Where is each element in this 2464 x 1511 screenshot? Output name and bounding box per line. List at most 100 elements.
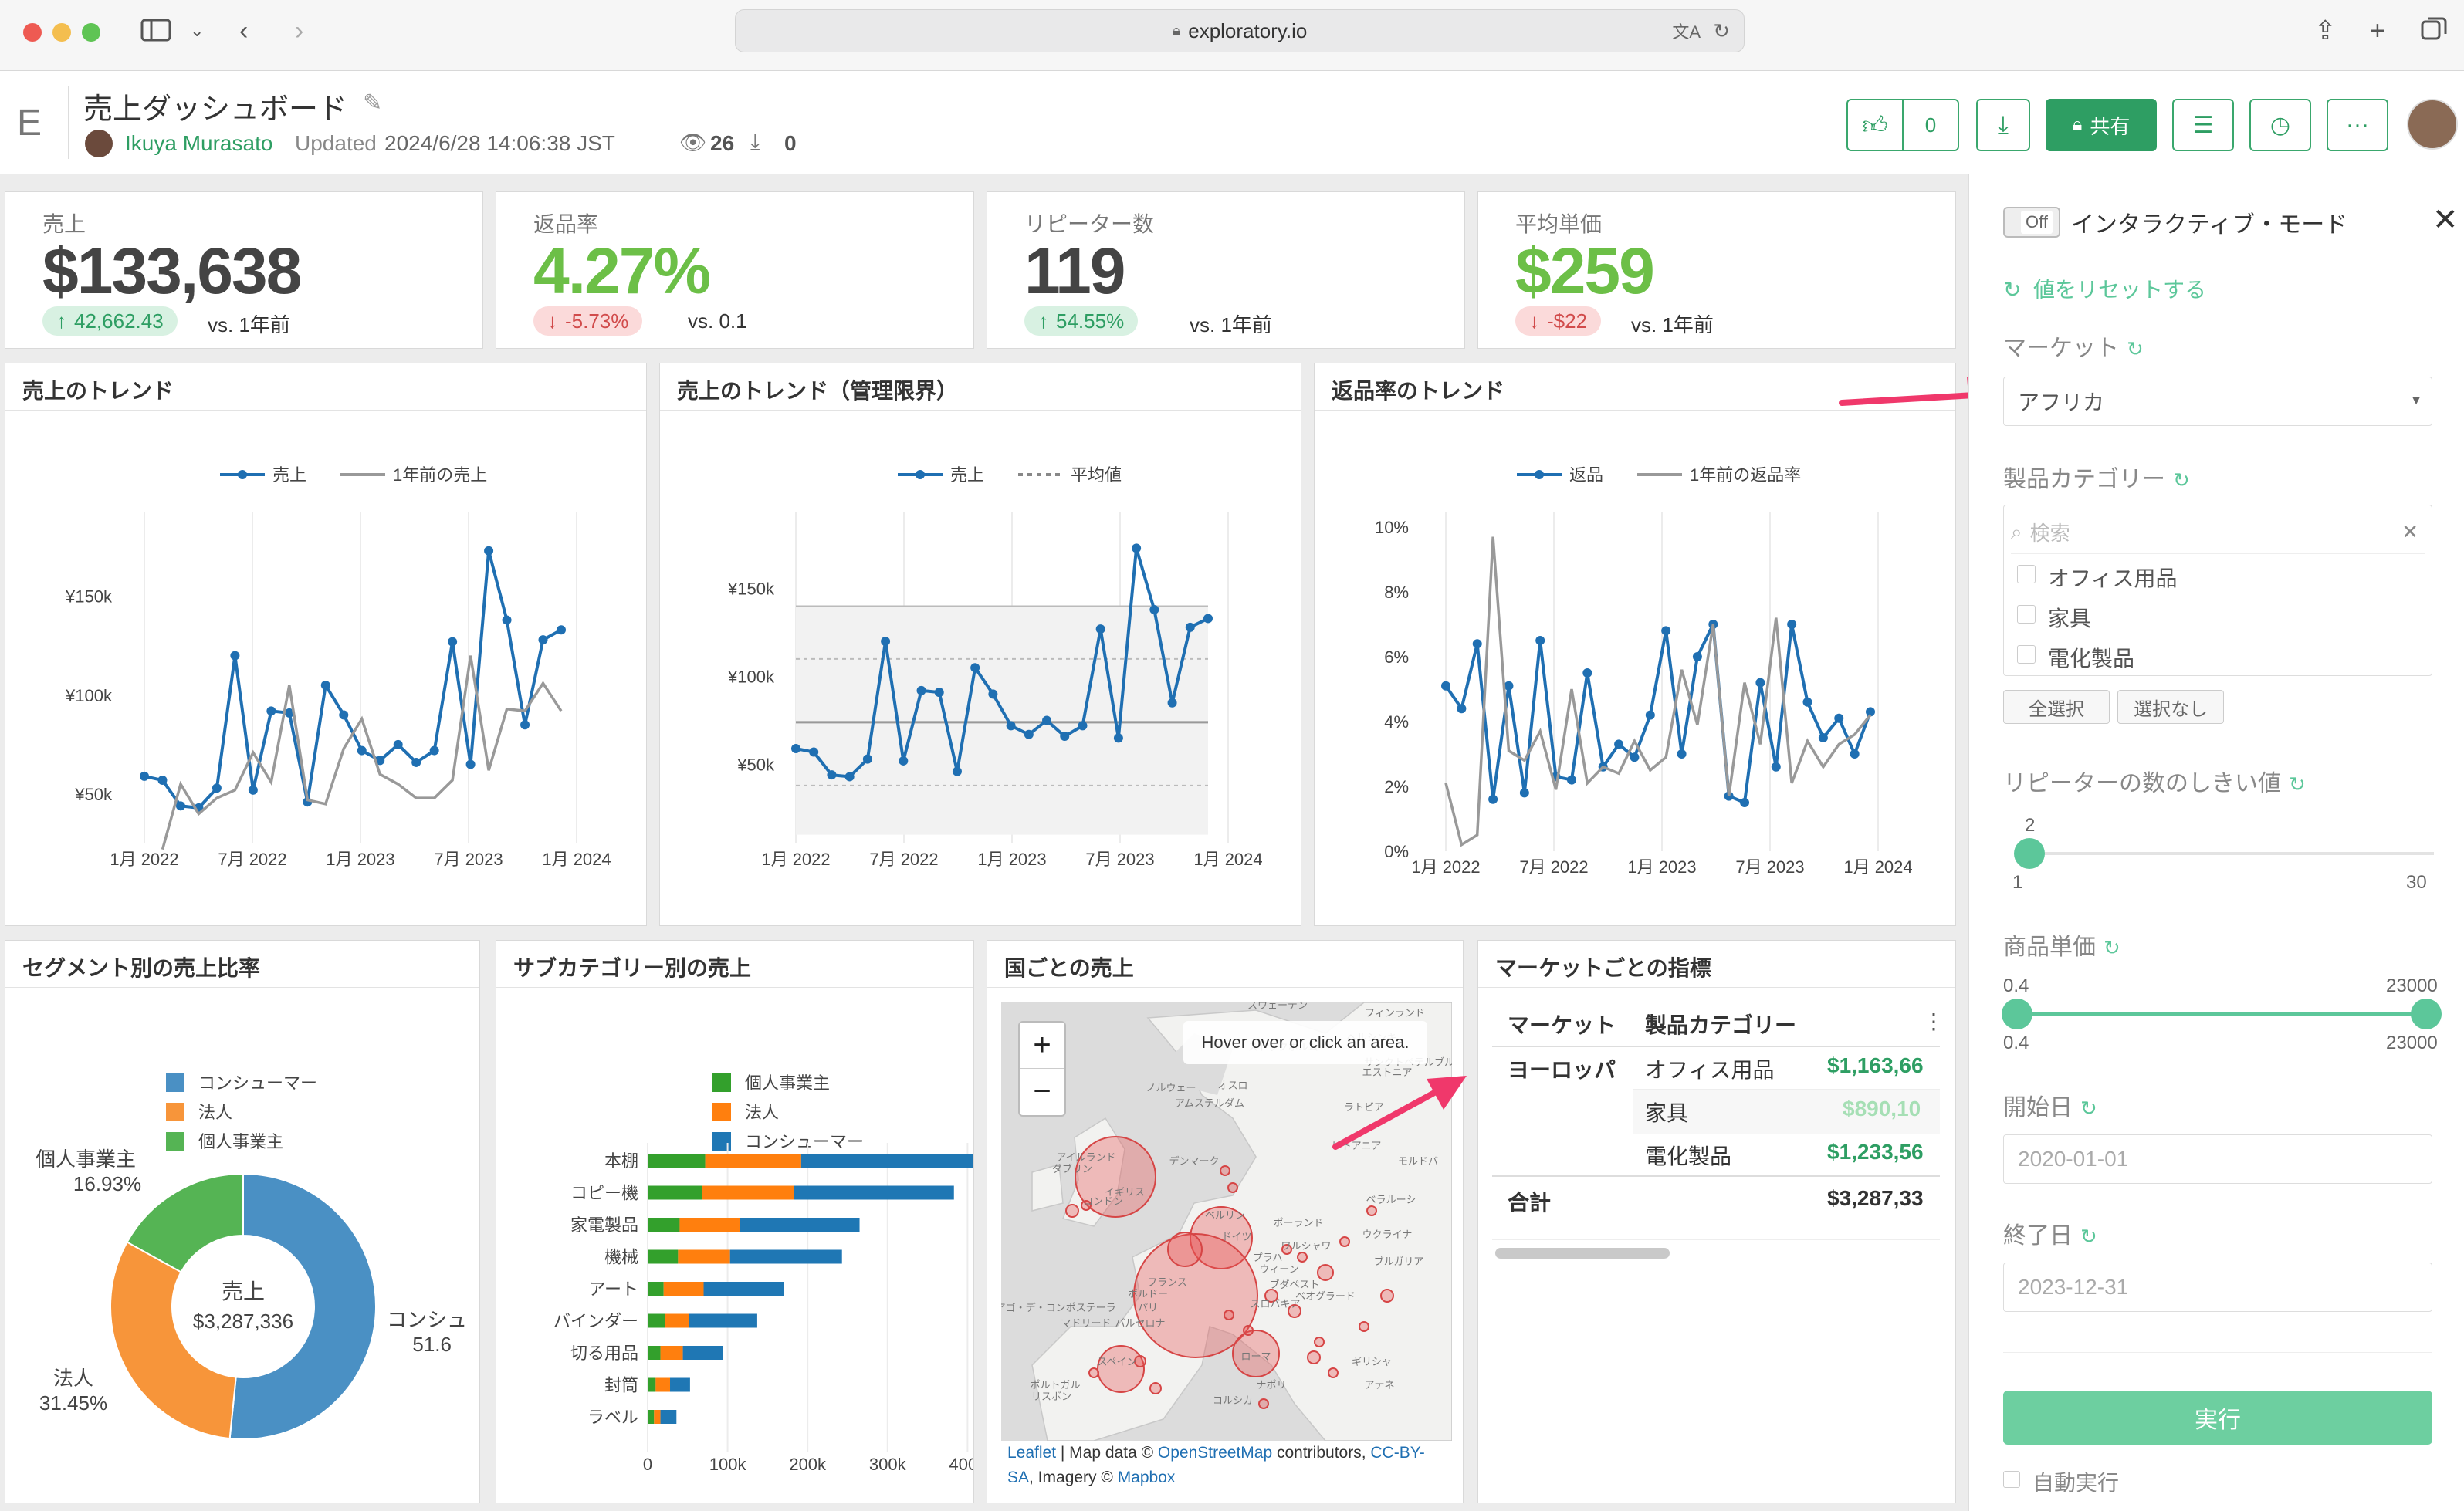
osm-link[interactable]: OpenStreetMap xyxy=(1158,1444,1272,1462)
range-min-handle[interactable] xyxy=(2002,999,2032,1029)
country-bubble xyxy=(1167,1232,1203,1267)
share-icon[interactable]: ⇪ xyxy=(2314,15,2337,46)
horizontal-scrollbar[interactable] xyxy=(1495,1248,1670,1259)
reset-values-link[interactable]: ↻ 値をリセットする xyxy=(2003,273,2206,304)
share-button[interactable]: 🔒︎ 共有 xyxy=(2046,99,2157,151)
slider-value: 2 xyxy=(2025,815,2036,836)
close-window-button[interactable] xyxy=(23,23,42,42)
end-date-input[interactable]: 2023-12-31 xyxy=(2003,1263,2432,1312)
map-place-label: スロバキア xyxy=(1250,1298,1300,1310)
data-point xyxy=(1661,626,1671,636)
country-bubble xyxy=(1227,1182,1238,1193)
download-button[interactable]: ⤓ xyxy=(1976,99,2030,151)
refresh-icon[interactable]: ↻ xyxy=(2127,337,2144,360)
slice-label: コンシュ xyxy=(387,1308,467,1331)
lock-icon: 🔒︎ xyxy=(1172,22,1181,39)
map-place-label: アムステルダム xyxy=(1175,1097,1244,1109)
country-bubble xyxy=(1328,1367,1339,1378)
clear-icon[interactable]: ✕ xyxy=(2401,520,2418,544)
refresh-icon[interactable]: ↻ xyxy=(2173,468,2190,492)
kpi-change-badge: ↓ -5.73% xyxy=(533,306,643,336)
app-logo[interactable]: E xyxy=(17,102,42,144)
kpi-value: $133,638 xyxy=(42,235,302,307)
x-tick-label: 7月 2023 xyxy=(1735,857,1804,877)
user-avatar[interactable] xyxy=(2407,99,2458,150)
maximize-window-button[interactable] xyxy=(82,23,100,42)
returns-trend-chart[interactable]: 返品 1年前の返品率 1月 2022 7月 2022 1月 2023 7月 2023 1月 … xyxy=(1315,411,1955,921)
col-header-market[interactable]: マーケット xyxy=(1508,1009,1616,1039)
value-cell: $1,163,66 xyxy=(1827,1053,1924,1077)
unit-price-range-track[interactable] xyxy=(2017,1012,2426,1016)
zoom-in-button[interactable]: + xyxy=(1020,1023,1064,1069)
country-bubble xyxy=(1366,1205,1377,1216)
segment-donut-chart[interactable]: コンシューマー法人個人事業主売上$3,287,336個人事業主16.93%コンシ… xyxy=(5,989,479,1498)
checkbox-label: オフィス用品 xyxy=(2048,566,2178,590)
start-date-input[interactable]: 2020-01-01 xyxy=(2003,1134,2432,1184)
legend-swatch xyxy=(712,1073,731,1092)
new-tab-icon[interactable]: + xyxy=(2370,15,2385,46)
europe-map[interactable]: スウェーデンフィンランドノルウェー エストニアラトビアリトアニアデンマークベラルー… xyxy=(1001,1002,1452,1441)
checkbox-office[interactable] xyxy=(2017,565,2036,583)
select-none-button[interactable]: 選択なし xyxy=(2117,690,2224,724)
leaflet-link[interactable]: Leaflet xyxy=(1007,1444,1056,1462)
kpi-card: 返品率 4.27% ↓ -5.73% vs. 0.1 xyxy=(496,191,974,349)
x-tick-label: 1月 2022 xyxy=(1411,857,1480,877)
tabs-overview-icon[interactable] xyxy=(2421,15,2447,49)
zoom-out-button[interactable]: − xyxy=(1020,1069,1064,1115)
data-point xyxy=(844,772,855,782)
checkbox-electronics[interactable] xyxy=(2017,645,2036,664)
map-place-label: オスロ xyxy=(1217,1080,1247,1091)
kpi-change-value: -$22 xyxy=(1547,309,1588,333)
author-link[interactable]: Ikuya Murasato xyxy=(125,131,272,156)
category-search-input[interactable]: ⌕ 検索 ✕ xyxy=(2011,511,2425,554)
translate-icon[interactable]: 文A xyxy=(1672,19,1701,43)
refresh-icon[interactable]: ↻ xyxy=(2104,936,2120,959)
refresh-icon[interactable]: ↻ xyxy=(2289,772,2306,796)
select-all-button[interactable]: 全選択 xyxy=(2003,690,2110,724)
arrow-up-icon: ↑ xyxy=(1038,309,1048,333)
control-chart[interactable]: 売上 平均値 1月 2022 7月 2022 1月 2023 7月 2023 1月 2024… xyxy=(660,411,1301,921)
sales-trend-chart[interactable]: 売上 1年前の売上 1月 2022 7月 2022 1月 2023 7月 2023 1月 2… xyxy=(5,411,646,921)
forward-arrow-icon[interactable]: › xyxy=(295,15,303,46)
more-options-button[interactable]: ··· xyxy=(2327,99,2388,151)
run-button[interactable]: 実行 xyxy=(2003,1391,2432,1445)
map-place-label: アテネ xyxy=(1364,1379,1394,1391)
back-arrow-icon[interactable]: ‹ xyxy=(239,15,248,46)
chevron-down-icon[interactable]: ⌄ xyxy=(190,15,204,46)
market-select[interactable]: アフリカ ▼ xyxy=(2003,377,2432,426)
mapbox-link[interactable]: Mapbox xyxy=(1118,1469,1176,1486)
repeater-slider-handle[interactable] xyxy=(2014,838,2045,869)
close-panel-icon[interactable]: ✕ xyxy=(2432,202,2459,238)
value-cell: $1,233,56 xyxy=(1827,1140,1924,1164)
interactive-mode-toggle[interactable]: Off xyxy=(2003,207,2060,238)
col-header-category[interactable]: 製品カテゴリー xyxy=(1645,1009,1796,1039)
range-max-handle[interactable] xyxy=(2411,999,2442,1029)
repeater-slider-track[interactable] xyxy=(2017,852,2434,855)
bar-segment xyxy=(729,1249,842,1264)
minimize-window-button[interactable] xyxy=(52,23,71,42)
x-tick-label: 7月 2023 xyxy=(1085,850,1154,869)
legend-label: 法人 xyxy=(198,1103,232,1122)
refresh-icon[interactable]: ↻ xyxy=(2080,1097,2097,1120)
updated-label: Updated xyxy=(295,131,377,155)
schedule-button[interactable]: ◷ xyxy=(2249,99,2311,151)
subcategory-bar-chart[interactable]: 個人事業主法人コンシューマー 0 100k 200k 300k 400k 本棚コピー機家電製… xyxy=(496,989,973,1498)
auto-run-checkbox[interactable] xyxy=(2003,1471,2020,1488)
reload-icon[interactable]: ↻ xyxy=(1713,19,1730,43)
sidebar-toggle-icon[interactable] xyxy=(140,17,171,50)
data-point xyxy=(1850,749,1860,759)
checkbox-furniture[interactable] xyxy=(2017,605,2036,624)
refresh-icon[interactable]: ↻ xyxy=(2080,1225,2097,1248)
url-text: exploratory.io xyxy=(1188,19,1308,42)
checkbox-label: 電化製品 xyxy=(2048,647,2135,671)
data-point xyxy=(881,637,891,647)
category-label: 家電製品 xyxy=(570,1215,638,1235)
edit-pencil-icon[interactable]: ✎ xyxy=(363,90,382,117)
data-point xyxy=(339,710,349,720)
filter-settings-button[interactable]: ☰ xyxy=(2172,99,2234,151)
column-menu-icon[interactable]: ⋮ xyxy=(1923,1009,1944,1034)
like-button[interactable]: 👍︎ 0 xyxy=(1846,99,1959,151)
map-place-label: リスボン xyxy=(1031,1391,1071,1402)
data-point xyxy=(952,766,962,776)
address-bar[interactable]: 🔒︎ exploratory.io 文A ↻ xyxy=(735,9,1745,52)
